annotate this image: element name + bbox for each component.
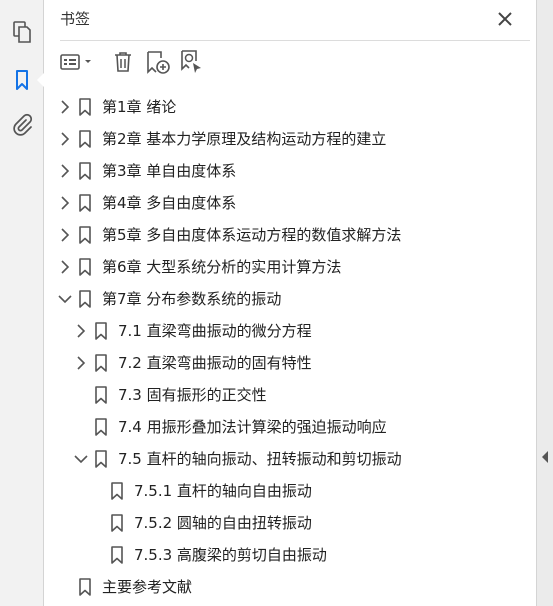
bookmark-icon — [95, 386, 107, 404]
bookmark-row[interactable]: 第7章 分布参数系统的振动 — [44, 283, 536, 315]
bookmark-icon — [79, 290, 91, 308]
bookmark-row[interactable]: 第1章 绪论 — [44, 91, 536, 123]
chevron-right-icon[interactable] — [58, 100, 72, 114]
bookmark-icon — [79, 162, 91, 180]
bookmark-row[interactable]: 7.5.1 直杆的轴向自由振动 — [44, 475, 536, 507]
chevron-right-icon[interactable] — [58, 228, 72, 242]
chevron-right-icon[interactable] — [58, 260, 72, 274]
options-menu-button[interactable] — [58, 48, 96, 76]
bookmark-row[interactable]: 主要参考文献 — [44, 571, 536, 603]
attachments-button[interactable] — [8, 110, 36, 138]
bookmark-row[interactable]: 第4章 多自由度体系 — [44, 187, 536, 219]
triangle-left-icon — [542, 451, 548, 463]
find-bookmark-button[interactable] — [178, 48, 206, 76]
bookmark-icon — [79, 130, 91, 148]
chevron-right-icon[interactable] — [74, 356, 88, 370]
bookmark-label: 7.4 用振形叠加法计算梁的强迫振动响应 — [118, 418, 387, 436]
bookmark-icon — [79, 98, 91, 116]
bookmark-icon — [111, 546, 123, 564]
collapse-panel-button[interactable] — [540, 449, 550, 463]
bookmark-icon — [79, 226, 91, 244]
bookmark-label: 第7章 分布参数系统的振动 — [102, 290, 282, 308]
bookmark-row[interactable]: 7.1 直梁弯曲振动的微分方程 — [44, 315, 536, 347]
bookmark-label: 7.5.2 圆轴的自由扭转振动 — [134, 514, 312, 532]
bookmark-label: 第1章 绪论 — [102, 98, 177, 116]
bookmark-icon — [79, 578, 91, 596]
bookmark-icon — [111, 514, 123, 532]
chevron-down-icon[interactable] — [74, 452, 88, 466]
bookmark-label: 7.3 固有振形的正交性 — [118, 386, 267, 404]
close-button[interactable] — [494, 8, 516, 30]
panel-edge-strip — [536, 0, 553, 606]
options-menu-icon — [60, 54, 91, 70]
header-divider — [60, 40, 530, 41]
attachment-icon — [13, 113, 33, 136]
bookmark-row[interactable]: 7.5 直杆的轴向振动、扭转振动和剪切振动 — [44, 443, 536, 475]
bookmark-label: 7.5.1 直杆的轴向自由振动 — [134, 482, 312, 500]
bookmark-label: 第5章 多自由度体系运动方程的数值求解方法 — [102, 226, 402, 244]
chevron-right-icon[interactable] — [58, 196, 72, 210]
bookmark-label: 7.5 直杆的轴向振动、扭转振动和剪切振动 — [118, 450, 402, 468]
new-bookmark-button[interactable] — [144, 48, 172, 76]
bookmark-icon — [95, 354, 107, 372]
bookmark-icon — [95, 450, 107, 468]
bookmark-row[interactable]: 7.3 固有振形的正交性 — [44, 379, 536, 411]
pages-icon — [13, 21, 31, 43]
bookmark-row[interactable]: 7.4 用振形叠加法计算梁的强迫振动响应 — [44, 411, 536, 443]
bookmarks-panel: 书签 第1章 绪论 第2章 基本力学原理及结构运动方程的建立 第3章 单自由度体… — [44, 0, 536, 606]
delete-button[interactable] — [110, 48, 136, 76]
bookmark-row[interactable]: 第2章 基本力学原理及结构运动方程的建立 — [44, 123, 536, 155]
find-bookmark-icon — [181, 50, 201, 73]
bookmark-icon — [111, 482, 123, 500]
bookmark-icon — [16, 70, 28, 90]
bookmark-label: 第3章 单自由度体系 — [102, 162, 237, 180]
bookmarks-button[interactable] — [8, 66, 45, 94]
chevron-down-icon[interactable] — [58, 292, 72, 306]
bookmark-row[interactable]: 7.2 直梁弯曲振动的固有特性 — [44, 347, 536, 379]
new-bookmark-icon — [147, 51, 170, 74]
bookmark-icon — [79, 194, 91, 212]
bookmark-label: 主要参考文献 — [102, 578, 193, 596]
bookmark-label: 7.1 直梁弯曲振动的微分方程 — [118, 322, 312, 340]
bookmark-icon — [79, 258, 91, 276]
navigation-rail — [0, 0, 45, 606]
bookmark-icon — [95, 322, 107, 340]
bookmark-label: 7.5.3 高腹梁的剪切自由振动 — [134, 546, 327, 564]
bookmark-row[interactable]: 第5章 多自由度体系运动方程的数值求解方法 — [44, 219, 536, 251]
bookmark-label: 第2章 基本力学原理及结构运动方程的建立 — [102, 130, 387, 148]
bookmark-row[interactable]: 第3章 单自由度体系 — [44, 155, 536, 187]
bookmark-row[interactable]: 7.5.2 圆轴的自由扭转振动 — [44, 507, 536, 539]
bookmark-label: 第6章 大型系统分析的实用计算方法 — [102, 258, 342, 276]
chevron-right-icon[interactable] — [58, 164, 72, 178]
panel-title: 书签 — [60, 10, 91, 28]
chevron-right-icon[interactable] — [58, 132, 72, 146]
bookmark-label: 7.2 直梁弯曲振动的固有特性 — [118, 354, 312, 372]
bookmark-label: 第4章 多自由度体系 — [102, 194, 237, 212]
delete-icon — [115, 52, 131, 72]
pages-button[interactable] — [8, 18, 36, 46]
close-icon — [498, 12, 512, 26]
bookmark-row[interactable]: 7.5.3 高腹梁的剪切自由振动 — [44, 539, 536, 571]
bookmark-icon — [95, 418, 107, 436]
chevron-right-icon[interactable] — [74, 324, 88, 338]
bookmark-row[interactable]: 第6章 大型系统分析的实用计算方法 — [44, 251, 536, 283]
